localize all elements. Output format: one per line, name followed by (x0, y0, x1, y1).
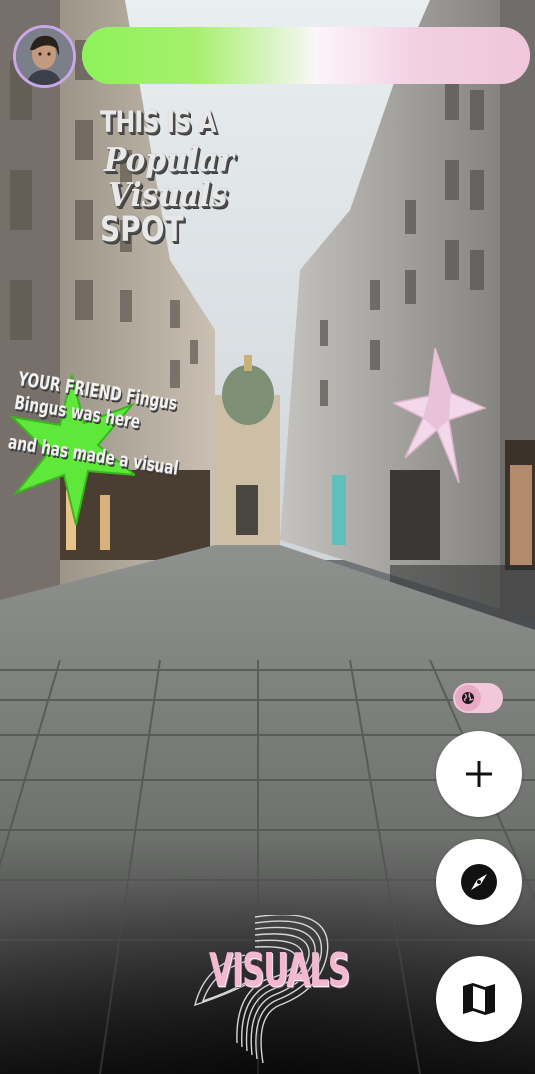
map-button[interactable] (436, 956, 522, 1042)
add-visual-button[interactable] (436, 731, 522, 817)
popular-spot-sticker[interactable]: THIS IS A Popular Visuals SPOT (100, 108, 260, 248)
visual-progress-bar (82, 27, 530, 84)
globe-icon (462, 692, 474, 704)
profile-avatar[interactable] (13, 25, 76, 88)
plus-icon (466, 761, 492, 787)
explore-button[interactable] (436, 839, 522, 925)
visuals-logo[interactable]: VISUALS (185, 913, 350, 1065)
toggle-knob (455, 685, 481, 711)
user-avatar-icon (16, 28, 73, 85)
map-icon (463, 983, 495, 1015)
spot-line-1: THIS IS A (100, 105, 216, 139)
spot-line-2: Popular (104, 140, 234, 179)
spot-line-4: SPOT (100, 210, 184, 250)
visuals-logo-text: VISUALS (209, 943, 350, 997)
compass-icon (461, 864, 497, 900)
progress-fill (82, 27, 530, 84)
spot-line-3: Visuals (108, 175, 228, 214)
pink-star-sticker[interactable] (393, 348, 488, 483)
global-toggle[interactable] (453, 683, 503, 713)
